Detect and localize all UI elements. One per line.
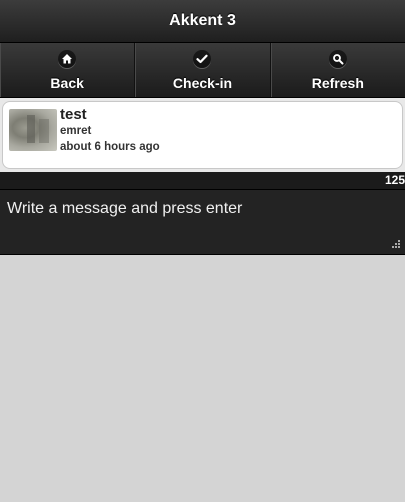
message-composer — [0, 189, 405, 255]
post-list: test emret about 6 hours ago — [0, 98, 405, 172]
char-counter: 125 — [0, 172, 405, 189]
nav-bar: Back Check-in Refresh — [0, 43, 405, 98]
resize-grip-icon[interactable] — [390, 238, 400, 248]
photo-thumbnail — [9, 109, 57, 151]
post-title: test — [60, 106, 87, 123]
page-title: Akkent 3 — [169, 12, 236, 29]
message-input[interactable] — [0, 190, 405, 254]
remaining-count: 125 — [384, 173, 405, 187]
page-header: Akkent 3 — [0, 0, 405, 43]
post-user: emret — [60, 125, 92, 137]
check-icon — [193, 50, 212, 68]
back-button[interactable]: Back — [0, 43, 136, 97]
refresh-button-label: Refresh — [311, 75, 364, 91]
list-item[interactable]: test emret about 6 hours ago — [2, 101, 403, 169]
search-icon — [328, 50, 347, 68]
post-details: test emret about 6 hours ago — [60, 106, 160, 155]
home-icon — [58, 50, 77, 68]
refresh-button[interactable]: Refresh — [271, 43, 405, 97]
back-button-label: Back — [50, 75, 84, 91]
check-in-button[interactable]: Check-in — [135, 43, 271, 97]
check-in-button-label: Check-in — [172, 75, 233, 91]
post-time: about 6 hours ago — [60, 141, 160, 153]
